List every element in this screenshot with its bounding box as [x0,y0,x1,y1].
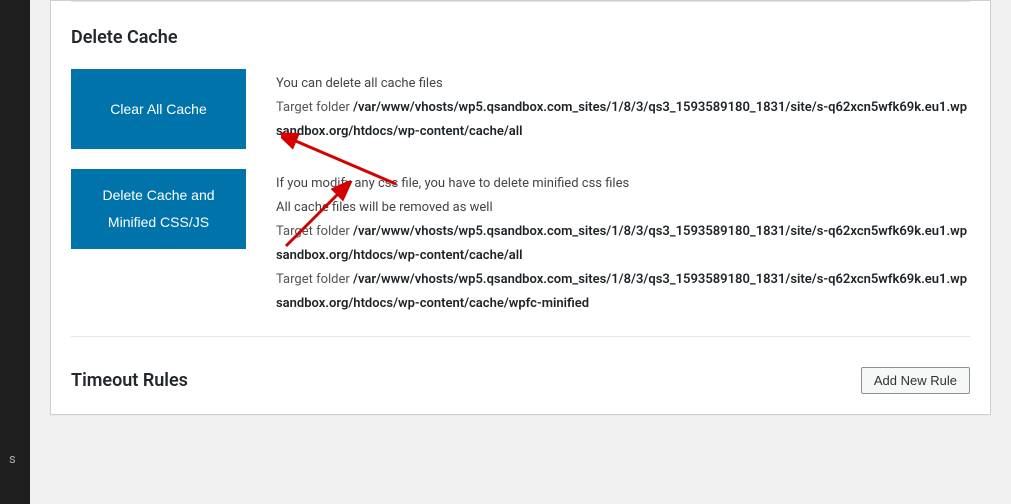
delete-minified-target-line-1: Target folder /var/www/vhosts/wp5.qsandb… [276,220,970,268]
clear-all-cache-button[interactable]: Clear All Cache [71,69,246,149]
clear-all-cache-text: You can delete all cache files [276,72,970,96]
divider-top [71,1,970,2]
admin-sidebar: s [0,0,30,504]
delete-minified-description: If you modify any css file, you have to … [246,169,970,316]
target-folder-path: /var/www/vhosts/wp5.qsandbox.com_sites/1… [276,272,967,311]
admin-sidebar-fragment: s [9,450,16,470]
divider-mid [71,336,970,337]
main-content: Delete Cache Clear All Cache You can del… [30,0,1011,504]
clear-all-cache-target-line: Target folder /var/www/vhosts/wp5.qsandb… [276,96,970,144]
delete-minified-text-1: If you modify any css file, you have to … [276,172,970,196]
target-folder-label: Target folder [276,272,353,287]
clear-all-cache-row: Clear All Cache You can delete all cache… [71,69,970,149]
target-folder-label: Target folder [276,100,353,115]
clear-all-cache-description: You can delete all cache files Target fo… [246,69,970,144]
timeout-rules-row: Timeout Rules Add New Rule [71,367,970,394]
timeout-rules-heading: Timeout Rules [71,367,188,394]
delete-cache-heading: Delete Cache [71,24,970,51]
target-folder-path: /var/www/vhosts/wp5.qsandbox.com_sites/1… [276,100,967,139]
delete-minified-target-line-2: Target folder /var/www/vhosts/wp5.qsandb… [276,268,970,316]
delete-minified-row: Delete Cache and Minified CSS/JS If you … [71,169,970,316]
settings-panel: Delete Cache Clear All Cache You can del… [50,0,991,415]
target-folder-path: /var/www/vhosts/wp5.qsandbox.com_sites/1… [276,224,967,263]
target-folder-label: Target folder [276,224,353,239]
add-new-rule-button[interactable]: Add New Rule [861,367,970,394]
delete-cache-minified-button[interactable]: Delete Cache and Minified CSS/JS [71,169,246,249]
delete-minified-text-2: All cache files will be removed as well [276,196,970,220]
